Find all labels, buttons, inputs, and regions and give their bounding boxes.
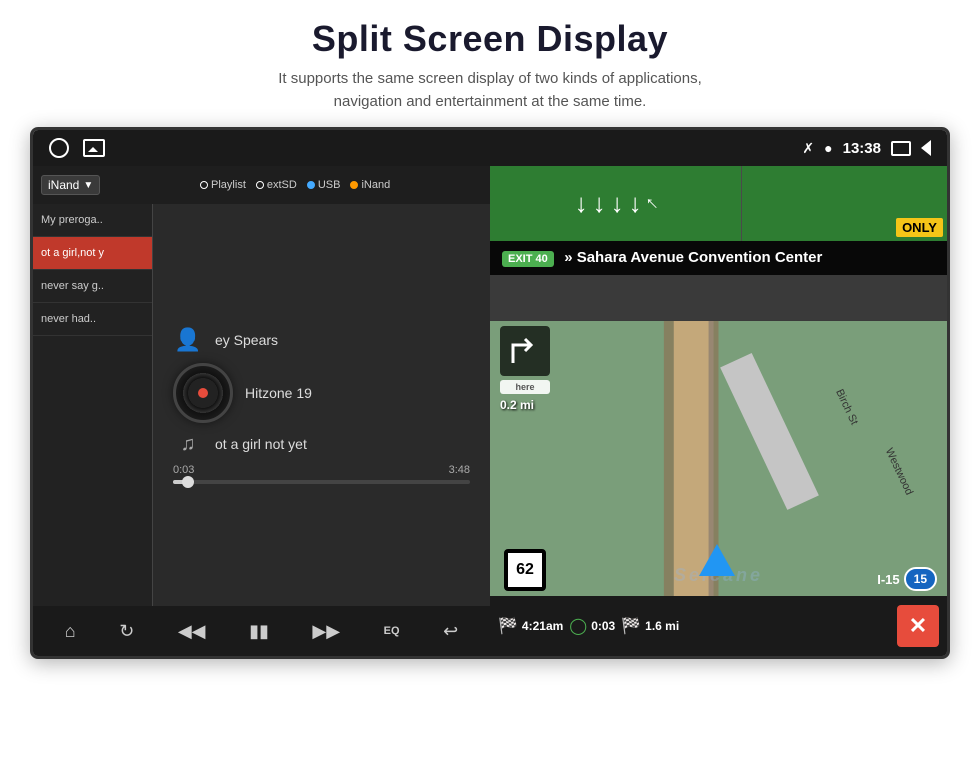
source-options: Playlist extSD USB iNand bbox=[108, 179, 482, 191]
exit-info: EXIT 40 » Sahara Avenue Convention Cente… bbox=[490, 241, 947, 275]
track-info: 👤 ey Spears Hitzone 19 ♫ ot a girl not y… bbox=[163, 327, 480, 456]
progress-section: 0:03 3:48 bbox=[163, 464, 480, 484]
close-nav-button[interactable]: ✕ bbox=[897, 605, 939, 647]
player-center: 👤 ey Spears Hitzone 19 ♫ ot a girl not y… bbox=[153, 204, 490, 606]
page-header: Split Screen Display It supports the sam… bbox=[0, 0, 980, 127]
arrow-2: ↓ bbox=[593, 188, 606, 219]
radio-dot-usb bbox=[307, 181, 315, 189]
artist-row: 👤 ey Spears bbox=[173, 327, 470, 353]
artist-name: ey Spears bbox=[215, 332, 278, 348]
image-icon bbox=[83, 139, 105, 157]
radio-dot-extsd bbox=[256, 181, 264, 189]
nav-instruction-icons: here 0.2 mi bbox=[500, 326, 550, 412]
time-current: 0:03 bbox=[173, 464, 194, 476]
time-total: 3:48 bbox=[449, 464, 470, 476]
extsd-option[interactable]: extSD bbox=[256, 179, 297, 191]
back-icon bbox=[921, 140, 931, 156]
source-row: iNand ▼ Playlist extSD USB bbox=[33, 166, 490, 204]
playlist-option[interactable]: Playlist bbox=[200, 179, 246, 191]
page-subtitle: It supports the same screen display of t… bbox=[20, 68, 960, 113]
song-item-2[interactable]: ot a girl,not y bbox=[33, 237, 152, 270]
main-content: iNand ▼ Playlist extSD USB bbox=[33, 166, 947, 656]
timer-section: ◯ 0:03 bbox=[569, 616, 615, 636]
note-icon: ♫ bbox=[173, 433, 203, 456]
usb-option[interactable]: USB bbox=[307, 179, 341, 191]
album-name: Hitzone 19 bbox=[245, 385, 312, 401]
exit-badge: EXIT 40 bbox=[502, 251, 554, 267]
bluetooth-icon: ✗ bbox=[802, 140, 814, 157]
route-highway: I-15 bbox=[877, 572, 899, 587]
nav-bottom-bar: 🏁 4:21am ◯ 0:03 🏁 1.6 mi ✕ bbox=[490, 596, 947, 656]
device-frame: ✗ ● 13:38 iNand ▼ Playlist bbox=[30, 127, 950, 659]
nav-panel: ↓ ↓ ↓ ↓ ↑ ONLY EXIT 40 » Sahara Avenue C… bbox=[490, 166, 947, 656]
arrow-1: ↓ bbox=[575, 188, 588, 219]
direction-bar: ↓ ↓ ↓ ↓ ↑ ONLY bbox=[490, 166, 947, 241]
music-panel: iNand ▼ Playlist extSD USB bbox=[33, 166, 490, 656]
song-item-3[interactable]: never say g.. bbox=[33, 270, 152, 303]
nav-direction-arrow bbox=[699, 544, 735, 576]
artist-icon: 👤 bbox=[173, 327, 203, 353]
distance-display: 0.2 mi bbox=[500, 398, 550, 412]
controls-row: ⌂ ↻ ◀◀ ▮▮ ▶▶ EQ ↩ bbox=[33, 606, 490, 656]
flag-end-icon: 🏁 bbox=[621, 616, 641, 636]
exit-street: » Sahara Avenue Convention Center bbox=[564, 249, 822, 266]
here-logo: here bbox=[500, 380, 550, 394]
pause-button[interactable]: ▮▮ bbox=[241, 617, 277, 646]
direction-arrows: ↓ ↓ ↓ ↓ ↑ bbox=[490, 166, 741, 241]
radio-dot-inand bbox=[350, 181, 358, 189]
prev-button[interactable]: ◀◀ bbox=[170, 617, 214, 646]
back-music-button[interactable]: ↩ bbox=[435, 617, 466, 646]
status-right-icons: ✗ ● 13:38 bbox=[802, 140, 931, 157]
time-row: 0:03 3:48 bbox=[173, 464, 470, 476]
progress-thumb[interactable] bbox=[182, 476, 194, 488]
route-sign: I-15 15 bbox=[877, 567, 937, 591]
circle-icon bbox=[49, 138, 69, 158]
song-item-1[interactable]: My preroga.. bbox=[33, 204, 152, 237]
repeat-button[interactable]: ↻ bbox=[111, 617, 142, 646]
speed-sign: 62 bbox=[504, 549, 546, 591]
nav-eta: 🏁 4:21am bbox=[498, 616, 563, 636]
only-section: ONLY bbox=[741, 166, 947, 241]
inand-option[interactable]: iNand bbox=[350, 179, 390, 191]
clock-green-icon: ◯ bbox=[569, 616, 587, 636]
vinyl-disc bbox=[173, 363, 233, 423]
eta-arrival: 4:21am bbox=[522, 619, 563, 633]
location-icon: ● bbox=[824, 140, 832, 156]
arrow-3: ↓ bbox=[611, 188, 624, 219]
next-button[interactable]: ▶▶ bbox=[304, 617, 348, 646]
arrow-5: ↑ bbox=[640, 192, 663, 215]
clock: 13:38 bbox=[843, 140, 881, 157]
only-badge: ONLY bbox=[896, 218, 943, 237]
elapsed-time: 0:03 bbox=[591, 619, 615, 633]
song-item-4[interactable]: never had.. bbox=[33, 303, 152, 336]
screen-icon bbox=[891, 141, 911, 156]
radio-dot-playlist bbox=[200, 181, 208, 189]
progress-bar[interactable] bbox=[173, 480, 470, 484]
turn-icon bbox=[500, 326, 550, 376]
song-list: My preroga.. ot a girl,not y never say g… bbox=[33, 204, 153, 606]
arrow-4: ↓ bbox=[629, 188, 642, 219]
page-title: Split Screen Display bbox=[20, 18, 960, 60]
chevron-down-icon: ▼ bbox=[83, 180, 93, 191]
route-shield: 15 bbox=[904, 567, 937, 591]
source-dropdown[interactable]: iNand ▼ bbox=[41, 175, 100, 195]
album-row: Hitzone 19 bbox=[173, 363, 470, 423]
status-left-icons bbox=[49, 138, 105, 158]
home-button[interactable]: ⌂ bbox=[57, 617, 84, 646]
remaining-distance: 🏁 1.6 mi bbox=[621, 616, 679, 636]
eq-button[interactable]: EQ bbox=[376, 621, 408, 641]
flag-start-icon: 🏁 bbox=[498, 616, 518, 636]
status-bar: ✗ ● 13:38 bbox=[33, 130, 947, 166]
eq-label: EQ bbox=[384, 625, 400, 637]
song-title: ot a girl not yet bbox=[215, 436, 307, 452]
song-row: ♫ ot a girl not yet bbox=[173, 433, 470, 456]
playlist-area: My preroga.. ot a girl,not y never say g… bbox=[33, 204, 490, 606]
